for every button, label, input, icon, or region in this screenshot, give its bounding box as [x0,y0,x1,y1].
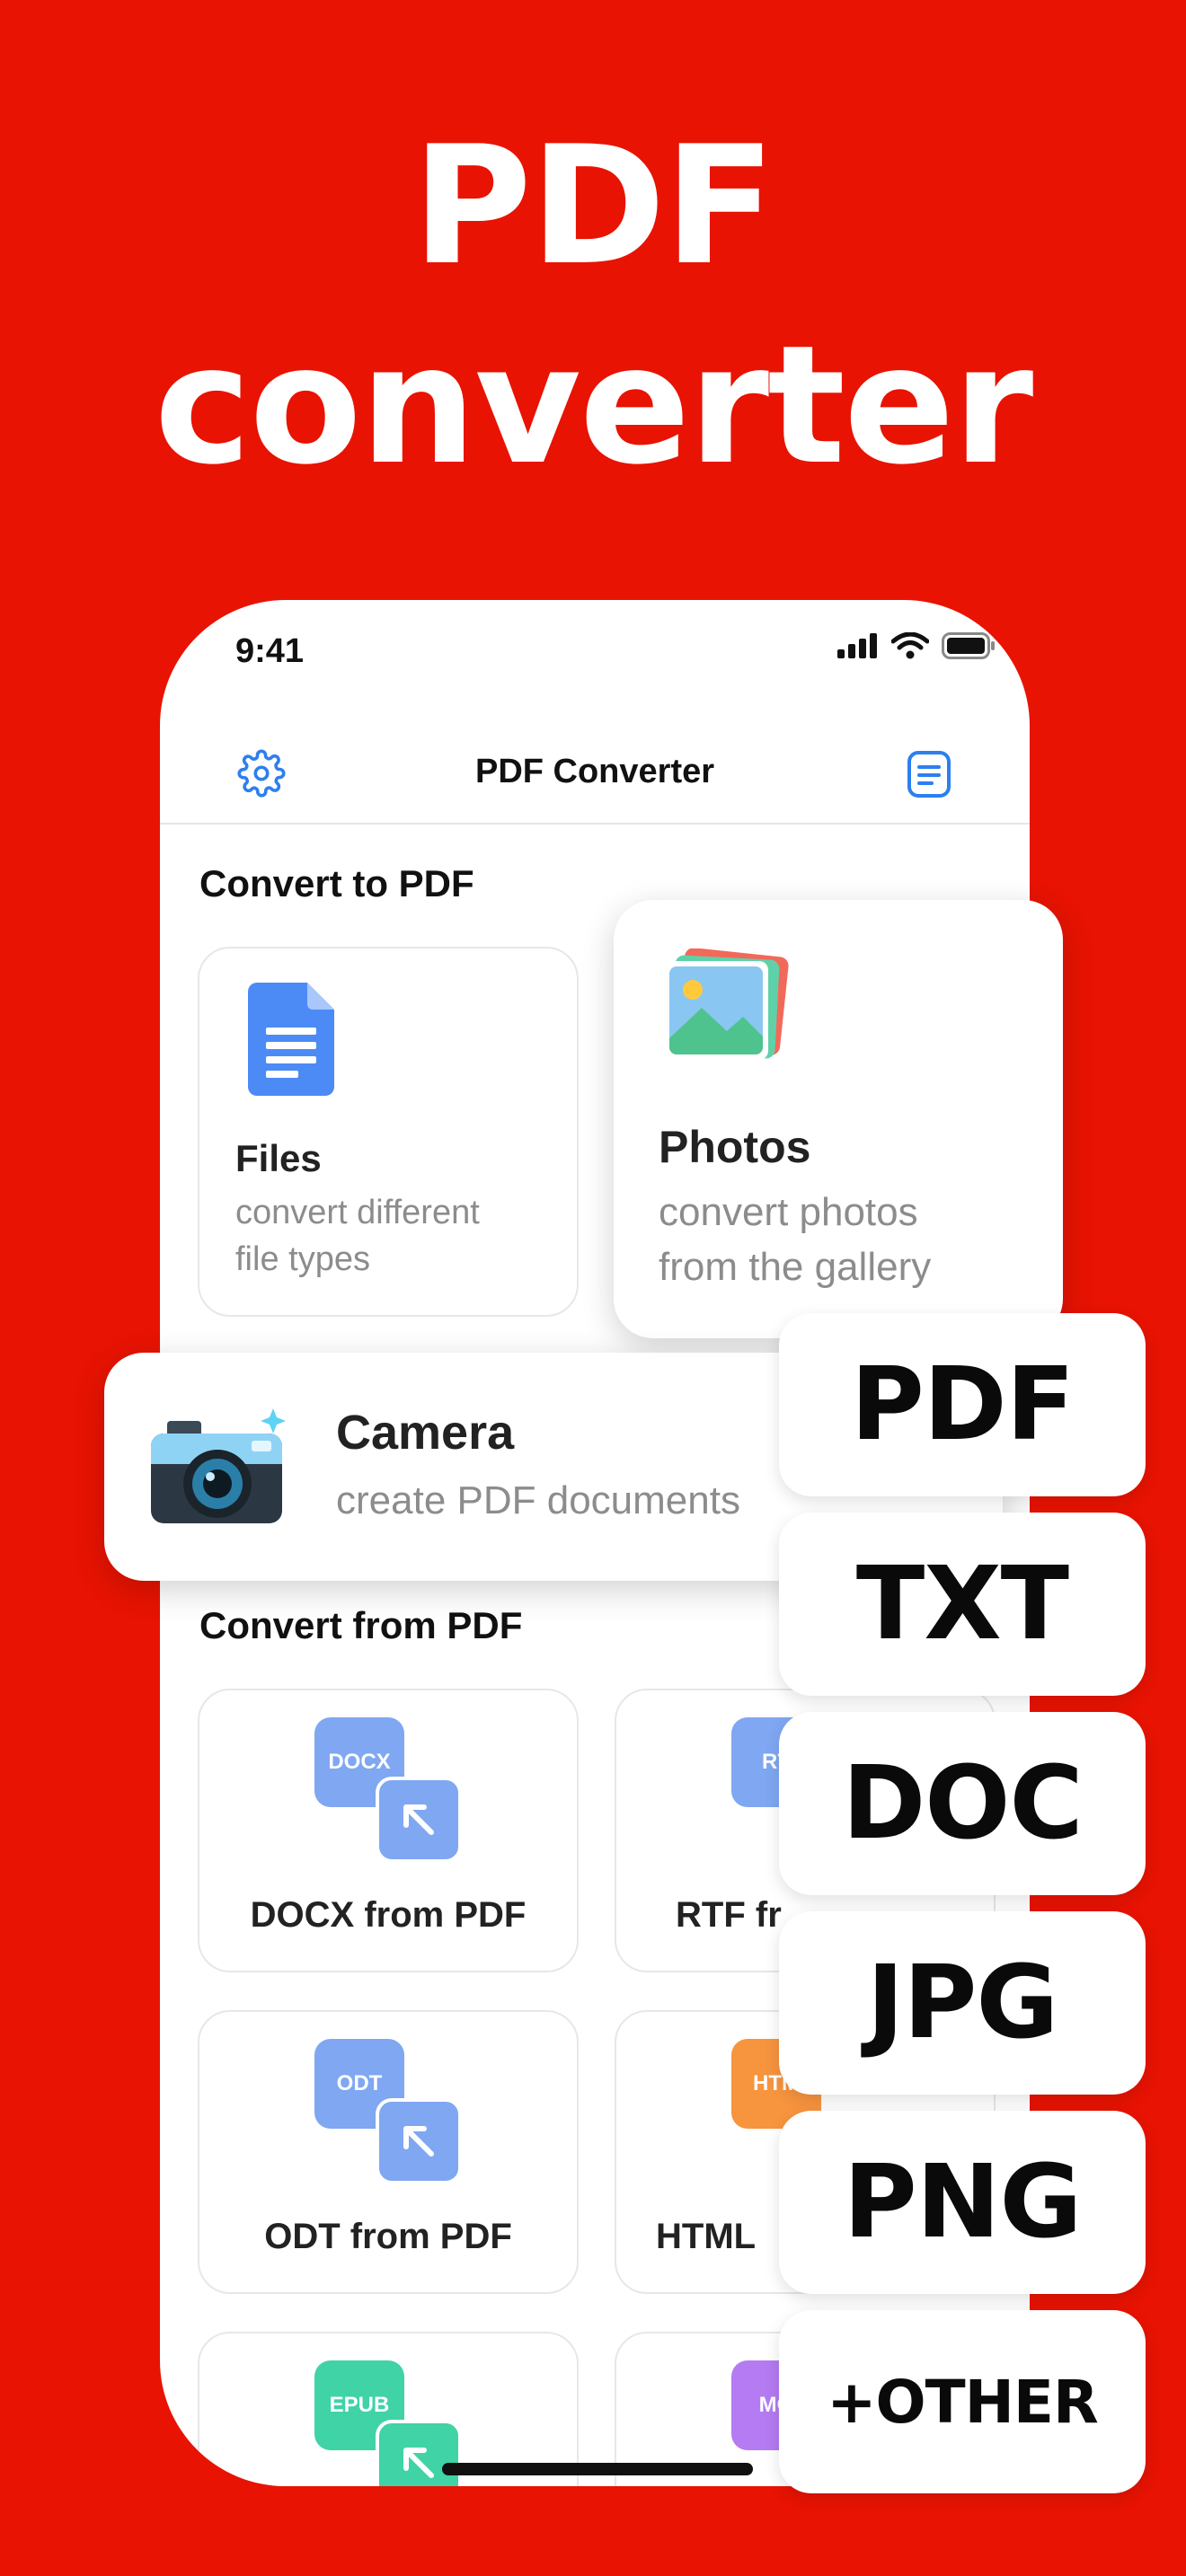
tile-docx-from-pdf[interactable]: DOCX DOCX from PDF [198,1689,579,1972]
headline-line-1: PDF [412,110,776,301]
home-indicator [442,2463,753,2475]
files-subtitle: convert different file types [235,1189,480,1284]
camera-icon [151,1408,286,1523]
files-subtitle-line-2: file types [235,1240,370,1279]
format-doc: DOC [779,1712,1146,1895]
camera-subtitle: create PDF documents [336,1478,740,1522]
files-card[interactable]: Files convert different file types [198,947,579,1317]
camera-title: Camera [336,1406,515,1460]
file-document-icon [248,983,334,1096]
headline-line-2: converter [154,310,1034,500]
format-pdf: PDF [779,1313,1146,1496]
photos-subtitle-line-1: convert photos [659,1190,918,1234]
arrow-up-left-icon [376,1777,462,1863]
format-other: +OTHER [779,2310,1146,2493]
photos-title: Photos [659,1122,811,1172]
signal-icon [837,633,877,658]
arrow-up-left-icon [376,2098,462,2184]
wifi-icon [891,632,929,659]
battery-icon [942,632,995,659]
files-title: Files [235,1137,322,1179]
photos-subtitle-line-2: from the gallery [659,1244,932,1289]
files-subtitle-line-1: convert different [235,1194,480,1231]
photos-subtitle: convert photos from the gallery [659,1186,931,1294]
nav-divider [160,823,1030,825]
format-txt: TXT [779,1513,1146,1696]
tile-label: DOCX from PDF [250,1895,527,1935]
nav-title: PDF Converter [474,753,715,790]
photos-card[interactable]: Photos convert photos from the gallery [614,900,1063,1338]
tile-label: ODT from PDF [264,2217,512,2256]
status-icons [837,632,996,659]
format-jpg: JPG [779,1911,1146,2095]
format-png: PNG [779,2111,1146,2294]
photos-gallery-icon [664,948,789,1060]
section-title-convert-from: Convert from PDF [199,1604,523,1646]
section-title-convert-to: Convert to PDF [199,862,474,904]
tile-odt-from-pdf[interactable]: ODT ODT from PDF [198,2010,579,2294]
status-time: 9:41 [235,632,305,670]
document-list-icon [907,751,951,798]
documents-button[interactable] [906,749,952,804]
arrow-up-left-icon [376,2420,462,2486]
